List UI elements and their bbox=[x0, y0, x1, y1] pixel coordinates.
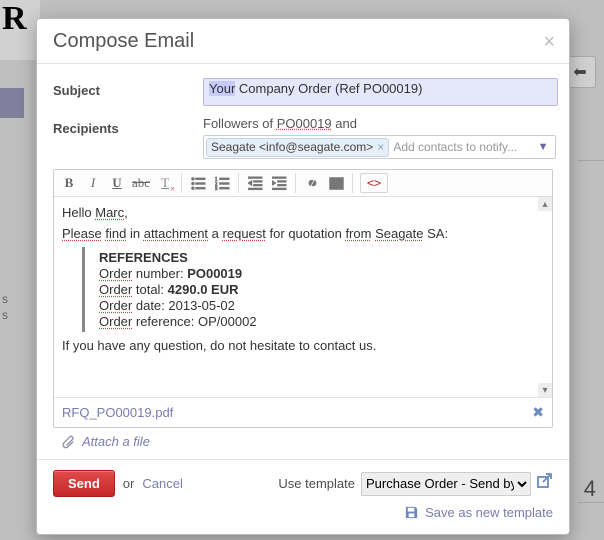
cancel-link[interactable]: Cancel bbox=[142, 476, 182, 491]
indent-icon[interactable] bbox=[270, 173, 288, 193]
subject-rest: Company Order (Ref PO00019) bbox=[235, 81, 422, 96]
attach-file-label: Attach a file bbox=[82, 434, 150, 449]
toolbar-separator bbox=[352, 173, 353, 193]
editor-toolbar: B I U abc T× 123 <> bbox=[54, 170, 552, 197]
source-code-icon[interactable]: <> bbox=[360, 173, 388, 193]
link-icon[interactable] bbox=[303, 173, 321, 193]
followers-ref: PO00019 bbox=[277, 116, 332, 131]
outdent-icon[interactable] bbox=[246, 173, 264, 193]
dialog-header: Compose Email × bbox=[37, 19, 569, 64]
template-select[interactable]: Purchase Order - Send by Email bbox=[361, 472, 531, 496]
subject-highlighted-word: Your bbox=[209, 81, 235, 96]
ref-order-date: Order date: 2013-05-02 bbox=[99, 298, 524, 313]
or-text: or bbox=[123, 476, 135, 491]
save-template-link[interactable]: Save as new template bbox=[53, 505, 553, 520]
ref-order-number: Order number: PO00019 bbox=[99, 266, 524, 281]
attach-file-button[interactable]: Attach a file bbox=[53, 428, 553, 455]
recipients-label: Recipients bbox=[53, 116, 203, 136]
followers-suffix: and bbox=[335, 116, 357, 131]
greeting-line: Hello Marc, bbox=[62, 205, 524, 220]
strikethrough-icon[interactable]: abc bbox=[132, 173, 150, 193]
ordered-list-icon[interactable]: 123 bbox=[213, 173, 231, 193]
toolbar-separator bbox=[295, 173, 296, 193]
editor-body[interactable]: ▴ ▾ Hello Marc, Please find in attachmen… bbox=[54, 197, 552, 397]
footer-right: Use template Purchase Order - Send by Em… bbox=[278, 472, 553, 496]
attachment-link[interactable]: RFQ_PO00019.pdf bbox=[62, 405, 173, 420]
recipient-tag-label: Seagate <info@seagate.com> bbox=[211, 140, 373, 154]
followers-prefix: Followers of bbox=[203, 116, 273, 131]
subject-input[interactable]: Your Company Order (Ref PO00019) bbox=[203, 78, 558, 106]
remove-attachment-icon[interactable]: ✖ bbox=[532, 404, 544, 421]
underline-icon[interactable]: U bbox=[108, 173, 126, 193]
clear-format-icon[interactable]: T× bbox=[156, 173, 174, 193]
unordered-list-icon[interactable] bbox=[189, 173, 207, 193]
bold-icon[interactable]: B bbox=[60, 173, 78, 193]
dialog-title: Compose Email bbox=[53, 30, 194, 53]
save-template-label: Save as new template bbox=[425, 505, 553, 520]
dialog-footer: Send or Cancel Use template Purchase Ord… bbox=[37, 459, 569, 534]
close-icon[interactable]: × bbox=[543, 32, 555, 52]
recipients-tag-input[interactable]: Seagate <info@seagate.com> × Add contact… bbox=[203, 135, 556, 159]
editor-content[interactable]: Hello Marc, Please find in attachment a … bbox=[54, 197, 552, 397]
recipients-placeholder: Add contacts to notify... bbox=[393, 140, 552, 154]
dialog-body: Subject Your Company Order (Ref PO00019)… bbox=[37, 64, 569, 459]
toolbar-separator bbox=[181, 173, 182, 193]
toolbar-separator bbox=[238, 173, 239, 193]
remove-tag-icon[interactable]: × bbox=[377, 140, 384, 154]
send-button[interactable]: Send bbox=[53, 470, 115, 497]
paperclip-icon bbox=[61, 434, 76, 449]
italic-icon[interactable]: I bbox=[84, 173, 102, 193]
compose-email-dialog: Compose Email × Subject Your Company Ord… bbox=[36, 18, 570, 535]
use-template-label: Use template bbox=[278, 476, 355, 491]
recipients-dropdown-icon[interactable]: ▼ bbox=[538, 141, 549, 153]
closing-line: If you have any question, do not hesitat… bbox=[62, 338, 524, 353]
followers-text: Followers of PO00019 and bbox=[203, 116, 553, 131]
rich-text-editor: B I U abc T× 123 <> bbox=[53, 169, 553, 428]
recipient-tag: Seagate <info@seagate.com> × bbox=[206, 138, 389, 157]
references-heading: REFERENCES bbox=[99, 250, 524, 265]
footer-left: Send or Cancel bbox=[53, 470, 183, 497]
ref-order-total: Order total: 4290.0 EUR bbox=[99, 282, 524, 297]
save-icon bbox=[404, 505, 419, 520]
subject-label: Subject bbox=[53, 78, 203, 98]
intro-line: Please find in attachment a request for … bbox=[62, 226, 524, 241]
svg-text:3: 3 bbox=[215, 187, 218, 191]
references-block: REFERENCES Order number: PO00019 Order t… bbox=[82, 247, 524, 332]
open-external-icon[interactable] bbox=[537, 473, 553, 494]
ref-order-reference: Order reference: OP/00002 bbox=[99, 314, 524, 329]
image-icon[interactable] bbox=[327, 173, 345, 193]
attachment-row: RFQ_PO00019.pdf ✖ bbox=[54, 397, 552, 427]
